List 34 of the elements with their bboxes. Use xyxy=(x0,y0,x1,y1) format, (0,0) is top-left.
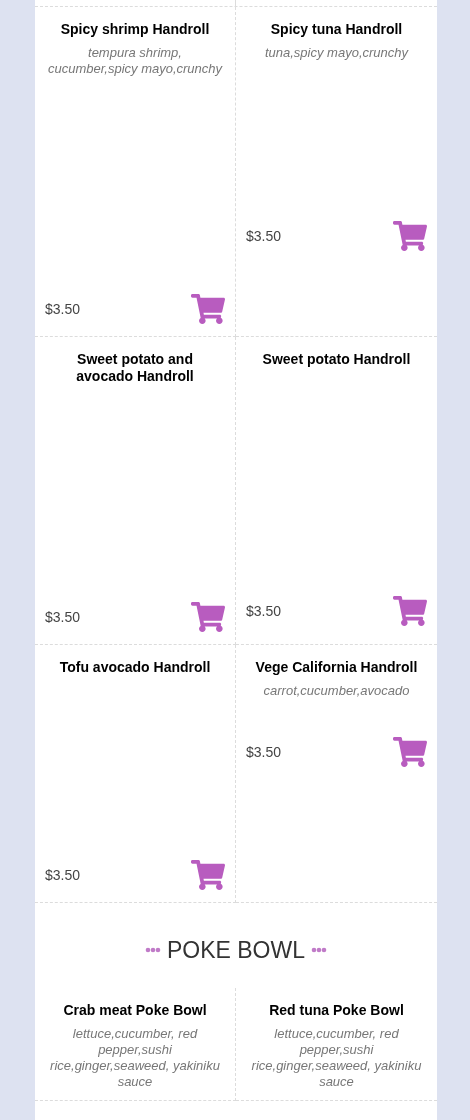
item-name: Crab meat Poke Bowl xyxy=(62,1002,208,1019)
item-price: $3.50 xyxy=(45,299,81,319)
item-description: lettuce,cucumber, red pepper,sushi rice,ginger,seaweed, yakiniku sauce xyxy=(250,1026,423,1090)
item-description: tempura shrimp, cucumber,spicy mayo,crunchy xyxy=(46,45,224,77)
dots-icon xyxy=(144,947,161,953)
item-name: Vege California Handroll xyxy=(254,659,419,676)
item-name: Red tuna Poke Bowl xyxy=(268,1002,405,1019)
add-to-cart-button[interactable] xyxy=(393,735,427,769)
item-name: Tofu avocado Handroll xyxy=(58,659,212,676)
cart-icon xyxy=(393,735,427,769)
cart-icon xyxy=(191,292,225,326)
add-to-cart-button[interactable] xyxy=(393,594,427,628)
cart-icon xyxy=(191,600,225,634)
add-to-cart-button[interactable] xyxy=(191,600,225,634)
item-price: $3.50 xyxy=(246,226,282,246)
item-price: $3.50 xyxy=(246,601,282,621)
item-name: Sweet potato Handroll xyxy=(261,351,412,368)
add-to-cart-button[interactable] xyxy=(191,292,225,326)
item-price: $3.50 xyxy=(45,607,81,627)
item-name: Spicy tuna Handroll xyxy=(269,21,404,38)
cart-icon xyxy=(393,219,427,253)
item-description: lettuce,cucumber, red pepper,sushi rice,ginger,seaweed, yakiniku sauce xyxy=(49,1026,221,1090)
cart-icon xyxy=(393,594,427,628)
add-to-cart-button[interactable] xyxy=(393,219,427,253)
item-description: tuna,spicy mayo,crunchy xyxy=(263,45,410,61)
item-description: carrot,cucumber,avocado xyxy=(262,683,411,699)
add-to-cart-button[interactable] xyxy=(191,858,225,892)
item-name: Sweet potato and avocado Handroll xyxy=(75,351,195,385)
dots-icon xyxy=(311,947,327,953)
item-name: Spicy shrimp Handroll xyxy=(59,21,211,38)
item-price: $3.50 xyxy=(246,742,282,762)
cart-icon xyxy=(191,858,225,892)
section-title: POKE BOWL xyxy=(166,936,305,964)
item-price: $3.50 xyxy=(45,865,81,885)
